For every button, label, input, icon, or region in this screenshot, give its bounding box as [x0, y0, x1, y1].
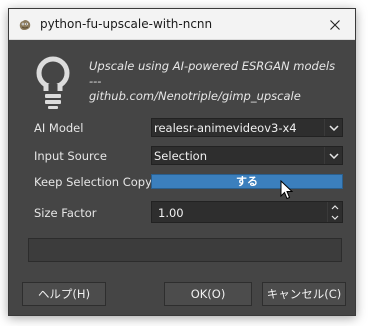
window-title: python-fu-upscale-with-ncnn: [40, 17, 213, 31]
plugin-dialog: python-fu-upscale-with-ncnn Upscale usin…: [8, 8, 356, 316]
description-line-2: ---: [89, 74, 102, 88]
chevron-down-icon[interactable]: [324, 147, 342, 164]
close-icon: [330, 15, 340, 34]
mouse-pointer-icon: [280, 179, 294, 200]
progress-bar: [28, 238, 342, 262]
ai-model-value: realesr-animevideov3-x4: [154, 121, 297, 135]
input-source-label: Input Source: [34, 149, 107, 163]
size-factor-label: Size Factor: [34, 206, 97, 220]
lightbulb-icon: [31, 53, 75, 117]
chevron-down-icon[interactable]: [328, 212, 342, 222]
size-factor-spinner[interactable]: 1.00: [151, 201, 343, 223]
title-bar: python-fu-upscale-with-ncnn: [9, 9, 355, 40]
description-line-1: Upscale using AI-powered ESRGAN models: [89, 59, 336, 73]
keep-selection-label: Keep Selection Copy: [34, 175, 152, 189]
chevron-up-icon[interactable]: [328, 202, 342, 212]
ai-model-select[interactable]: realesr-animevideov3-x4: [151, 118, 343, 137]
cancel-button[interactable]: キャンセル(C): [262, 282, 346, 306]
close-button[interactable]: [315, 9, 355, 39]
input-source-select[interactable]: Selection: [151, 146, 343, 165]
plugin-description: Upscale using AI-powered ESRGAN models -…: [89, 59, 335, 104]
help-button[interactable]: ヘルプ(H): [22, 282, 106, 306]
input-source-value: Selection: [154, 149, 207, 163]
keep-selection-toggle[interactable]: する: [151, 174, 343, 189]
spinner-arrows: [327, 202, 342, 222]
description-line-3: github.com/Nenotriple/gimp_upscale: [89, 89, 301, 103]
ok-button[interactable]: OK(O): [164, 282, 252, 306]
size-factor-value: 1.00: [158, 206, 184, 220]
gimp-icon: [18, 17, 32, 31]
chevron-down-icon[interactable]: [324, 119, 342, 136]
ai-model-label: AI Model: [34, 121, 84, 135]
